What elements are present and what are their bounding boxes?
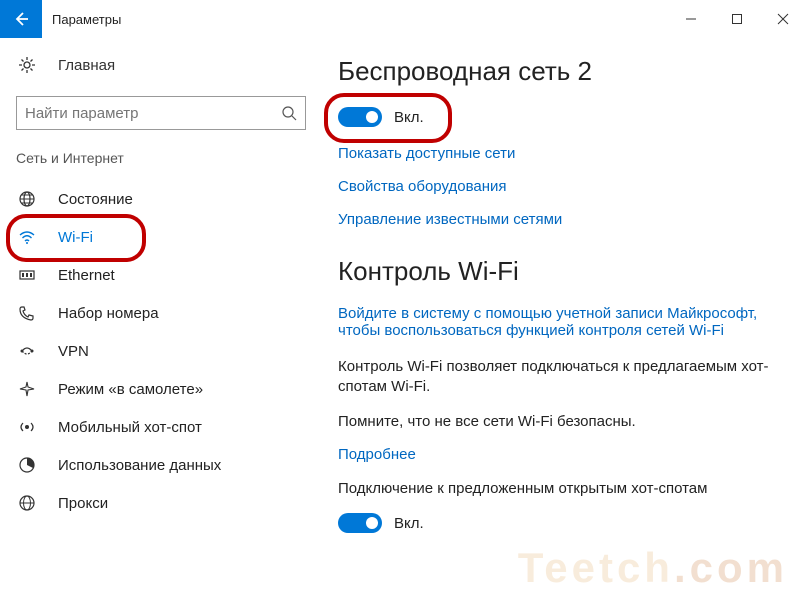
phone-icon <box>18 304 36 322</box>
sidebar-item-label: Использование данных <box>58 457 221 474</box>
data-usage-icon <box>18 456 36 474</box>
sidebar-item-label: Режим «в самолете» <box>58 381 203 398</box>
hotspot-icon <box>18 418 36 436</box>
airplane-icon <box>18 380 36 398</box>
suggested-toggle-label: Вкл. <box>394 515 424 532</box>
watermark: Teetch.com <box>518 544 788 592</box>
sidebar-item-label: Состояние <box>58 191 133 208</box>
page-heading: Беспроводная сеть 2 <box>338 56 786 87</box>
window-title: Параметры <box>42 0 668 38</box>
suggested-hotspot-label: Подключение к предложенным открытым хот-… <box>338 479 786 499</box>
nav-home-label: Главная <box>58 57 115 74</box>
link-hardware-props[interactable]: Свойства оборудования <box>338 178 786 195</box>
link-manage-known[interactable]: Управление известными сетями <box>338 211 786 228</box>
sidebar-item-label: Набор номера <box>58 305 159 322</box>
wifi-sense-warning: Помните, что не все сети Wi-Fi безопасны… <box>338 412 786 432</box>
sidebar-item-label: VPN <box>58 343 89 360</box>
search-input[interactable] <box>25 105 281 122</box>
main-content: Беспроводная сеть 2 Вкл. Показать доступ… <box>310 38 806 598</box>
sidebar-item-label: Прокси <box>58 495 108 512</box>
sidebar-category: Сеть и Интернет <box>16 150 294 166</box>
sidebar-item-vpn[interactable]: VPN <box>16 332 294 370</box>
back-button[interactable] <box>0 0 42 38</box>
sidebar-item-wifi[interactable]: Wi-Fi <box>16 218 294 256</box>
minimize-button[interactable] <box>668 0 714 38</box>
gear-icon <box>18 56 36 74</box>
wifi-icon <box>18 228 36 246</box>
sidebar-item-dialup[interactable]: Набор номера <box>16 294 294 332</box>
ethernet-icon <box>18 266 36 284</box>
link-show-networks[interactable]: Показать доступные сети <box>338 145 786 162</box>
sidebar-item-label: Мобильный хот-спот <box>58 419 202 436</box>
vpn-icon <box>18 342 36 360</box>
maximize-button[interactable] <box>714 0 760 38</box>
window-controls <box>668 0 806 38</box>
sidebar: Главная Сеть и Интернет Состояние Wi-Fi … <box>0 38 310 598</box>
link-ms-signin[interactable]: Войдите в систему с помощью учетной запи… <box>338 305 786 339</box>
nav-home[interactable]: Главная <box>16 52 294 78</box>
close-button[interactable] <box>760 0 806 38</box>
globe-icon <box>18 190 36 208</box>
sidebar-item-status[interactable]: Состояние <box>16 180 294 218</box>
sidebar-item-proxy[interactable]: Прокси <box>16 484 294 522</box>
sidebar-item-label: Wi-Fi <box>58 229 93 246</box>
link-more[interactable]: Подробнее <box>338 446 786 463</box>
sidebar-item-ethernet[interactable]: Ethernet <box>16 256 294 294</box>
sidebar-item-airplane[interactable]: Режим «в самолете» <box>16 370 294 408</box>
wifi-toggle-label: Вкл. <box>394 109 424 126</box>
suggested-toggle[interactable] <box>338 513 382 533</box>
wifi-sense-heading: Контроль Wi-Fi <box>338 256 786 287</box>
sidebar-item-label: Ethernet <box>58 267 115 284</box>
search-icon <box>281 105 297 121</box>
proxy-icon <box>18 494 36 512</box>
sidebar-item-hotspot[interactable]: Мобильный хот-спот <box>16 408 294 446</box>
wifi-sense-desc: Контроль Wi-Fi позволяет подключаться к … <box>338 357 786 398</box>
titlebar: Параметры <box>0 0 806 38</box>
search-input-wrap[interactable] <box>16 96 306 130</box>
wifi-toggle[interactable] <box>338 107 382 127</box>
sidebar-item-datausage[interactable]: Использование данных <box>16 446 294 484</box>
